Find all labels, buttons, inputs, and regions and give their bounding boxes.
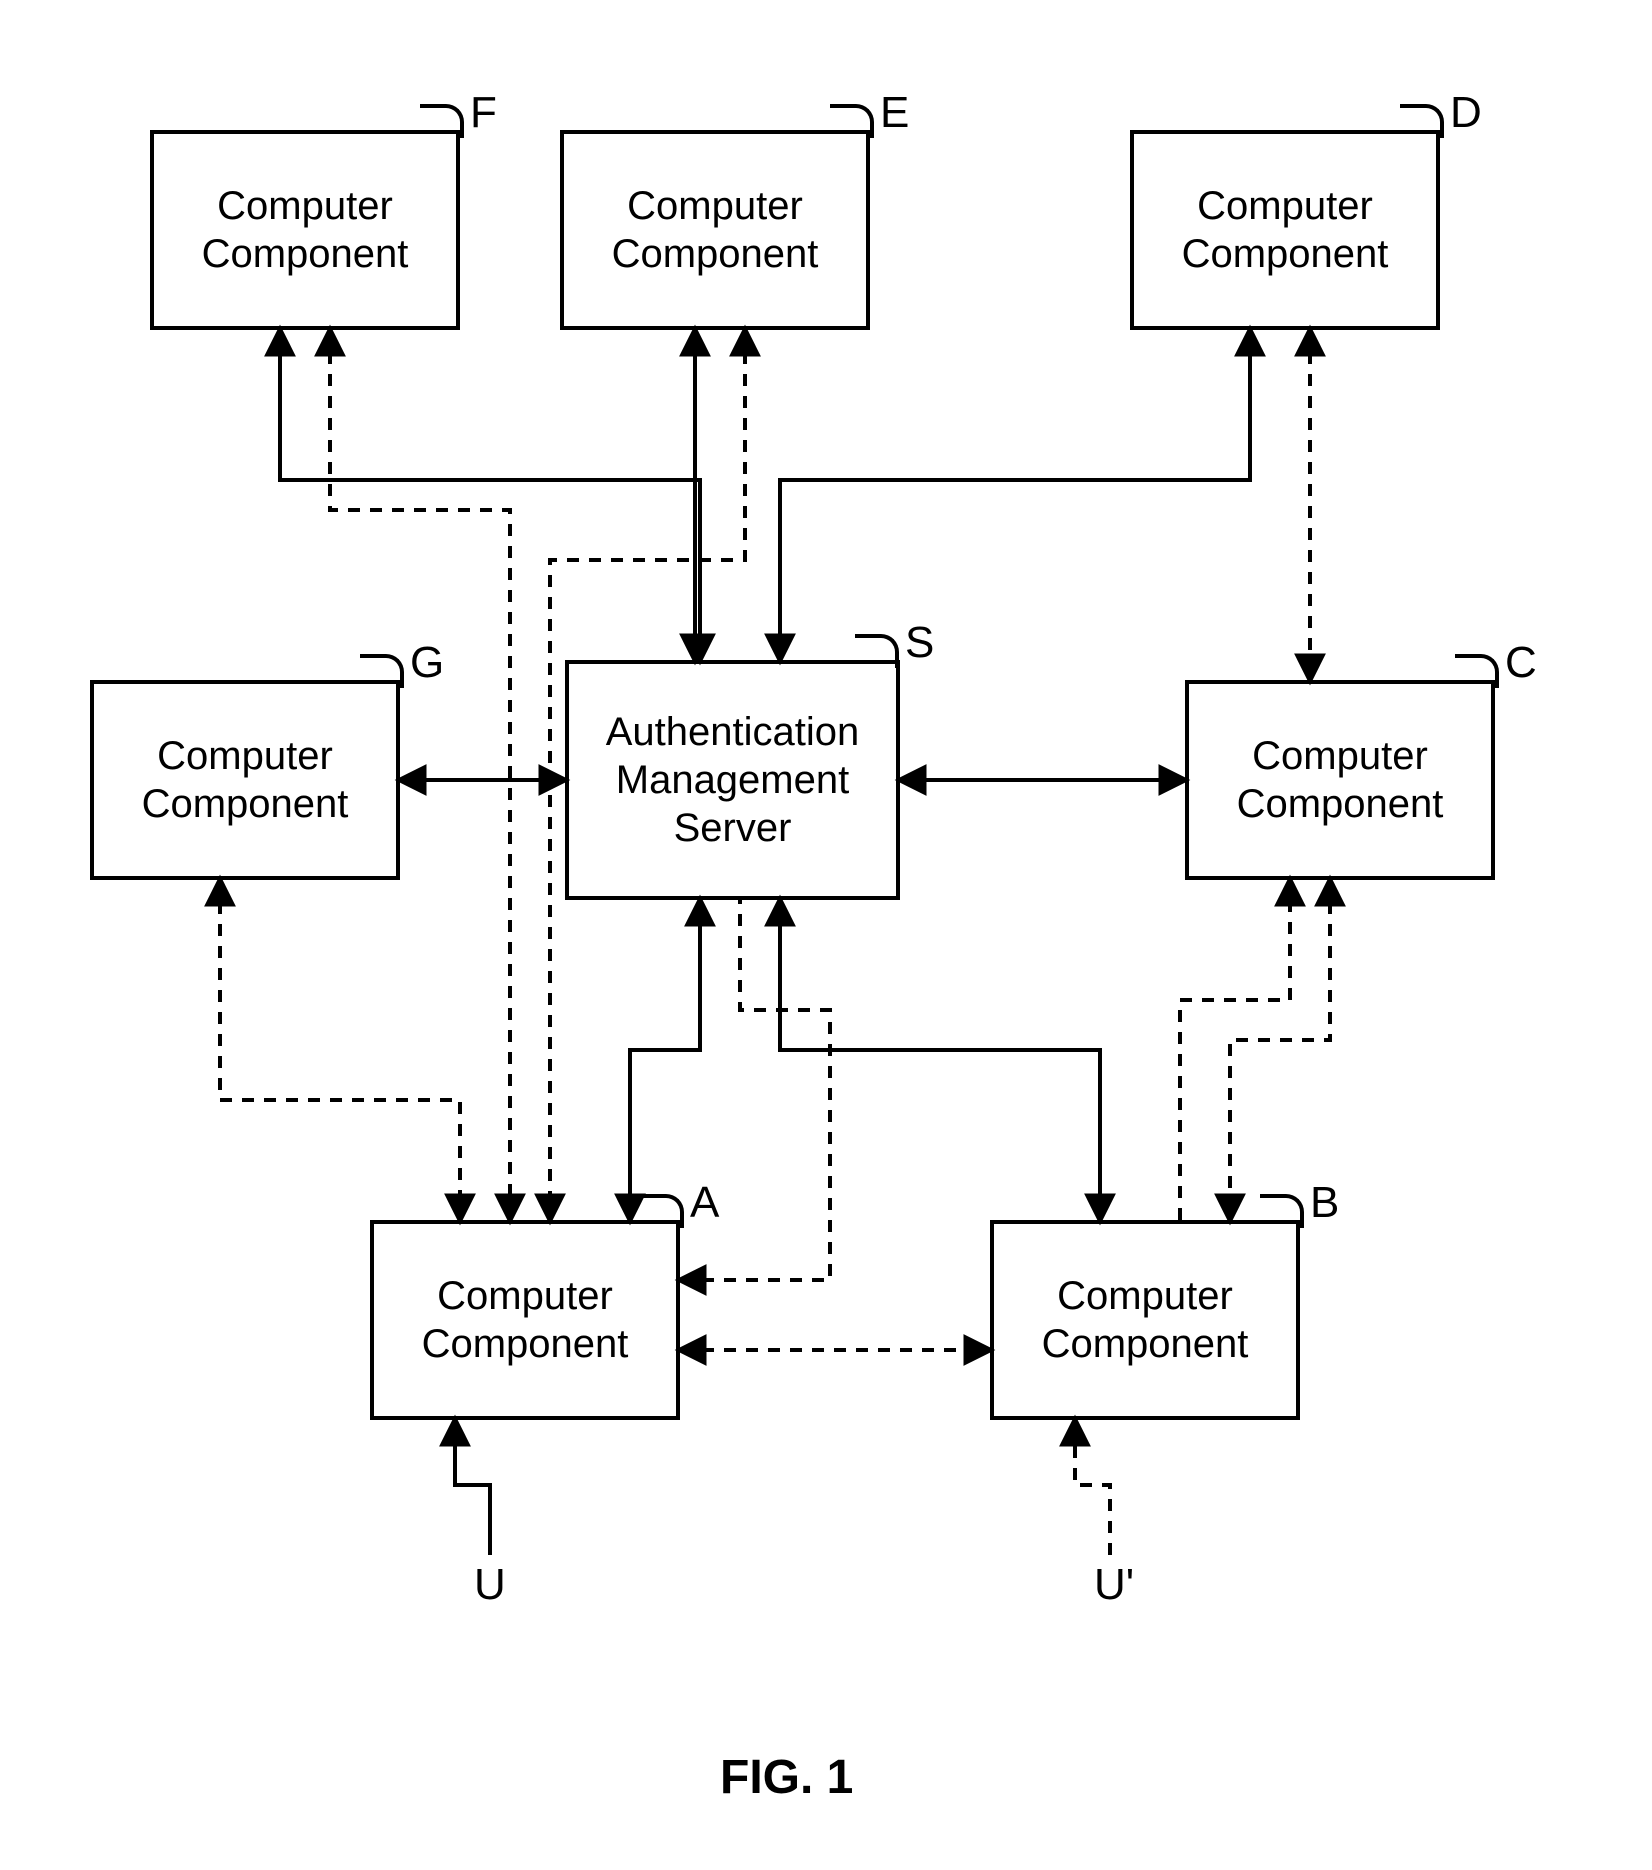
label-E: E [880, 88, 909, 138]
box-C-text: ComputerComponent [1237, 732, 1444, 828]
box-S-text: AuthenticationManagementServer [606, 708, 860, 852]
box-G-text: ComputerComponent [142, 732, 349, 828]
label-G: G [410, 638, 444, 688]
label-U: U [474, 1560, 506, 1610]
hook-G [360, 654, 404, 688]
box-F: ComputerComponent [150, 130, 460, 330]
label-B: B [1310, 1178, 1339, 1228]
box-E-text: ComputerComponent [612, 182, 819, 278]
label-Uprime: U' [1094, 1560, 1134, 1610]
box-F-text: ComputerComponent [202, 182, 409, 278]
box-G: ComputerComponent [90, 680, 400, 880]
hook-F [420, 104, 464, 138]
hook-B [1260, 1194, 1304, 1228]
box-B-text: ComputerComponent [1042, 1272, 1249, 1368]
box-E: ComputerComponent [560, 130, 870, 330]
label-D: D [1450, 88, 1482, 138]
label-A: A [690, 1178, 719, 1228]
hook-A [640, 1194, 684, 1228]
box-B: ComputerComponent [990, 1220, 1300, 1420]
box-A-text: ComputerComponent [422, 1272, 629, 1368]
hook-S [855, 634, 899, 668]
hook-E [830, 104, 874, 138]
box-C: ComputerComponent [1185, 680, 1495, 880]
box-D: ComputerComponent [1130, 130, 1440, 330]
box-A: ComputerComponent [370, 1220, 680, 1420]
label-C: C [1505, 638, 1537, 688]
diagram-canvas: ComputerComponent F ComputerComponent E … [0, 0, 1652, 1870]
hook-C [1455, 654, 1499, 688]
label-F: F [470, 88, 497, 138]
label-S: S [905, 618, 934, 668]
box-D-text: ComputerComponent [1182, 182, 1389, 278]
box-S: AuthenticationManagementServer [565, 660, 900, 900]
hook-D [1400, 104, 1444, 138]
figure-caption: FIG. 1 [720, 1750, 853, 1805]
